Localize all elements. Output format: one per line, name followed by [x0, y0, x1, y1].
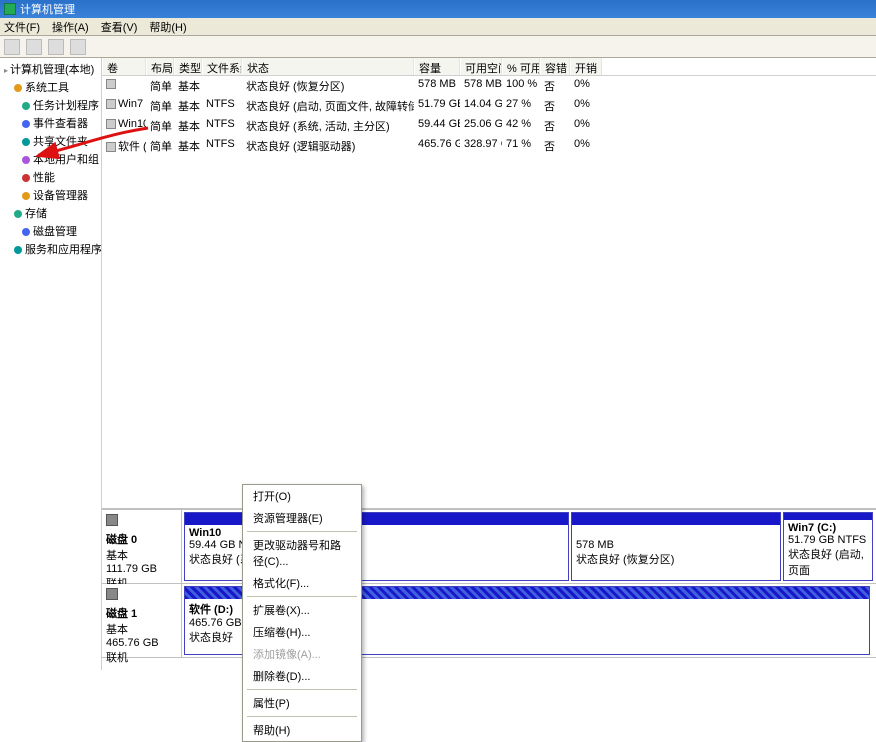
col-percent[interactable]: % 可用 [502, 58, 540, 75]
col-capacity[interactable]: 容量 [414, 58, 460, 75]
toolbar-back-icon[interactable] [4, 39, 20, 55]
col-volume[interactable]: 卷 [102, 58, 146, 75]
toolbar-help-icon[interactable] [70, 39, 86, 55]
disk-label[interactable]: 磁盘 1基本465.76 GB联机 [102, 584, 182, 657]
volume-icon [106, 119, 116, 129]
volume-row[interactable]: 软件 (D:)简单基本NTFS状态良好 (逻辑驱动器)465.76 GB328.… [102, 136, 876, 156]
partition[interactable]: 578 MB状态良好 (恢复分区) [571, 512, 781, 581]
volume-row[interactable]: Win7 (C:)简单基本NTFS状态良好 (启动, 页面文件, 故障转储, 主… [102, 96, 876, 116]
volume-row[interactable]: Win10简单基本NTFS状态良好 (系统, 活动, 主分区)59.44 GB2… [102, 116, 876, 136]
volume-header: 卷 布局 类型 文件系统 状态 容量 可用空间 % 可用 容错 开销 [102, 58, 876, 76]
toolbar-refresh-icon[interactable] [48, 39, 64, 55]
menu-view[interactable]: 查看(V) [101, 19, 138, 35]
col-layout[interactable]: 布局 [146, 58, 174, 75]
ctx-separator [247, 596, 357, 597]
volume-icon [106, 79, 116, 89]
ctx-separator [247, 689, 357, 690]
col-status[interactable]: 状态 [242, 58, 414, 75]
tree-root[interactable]: 计算机管理(本地) [2, 60, 99, 78]
col-filesystem[interactable]: 文件系统 [202, 58, 242, 75]
disk-row: 磁盘 0基本111.79 GB联机Win1059.44 GB NTFS状态良好 … [102, 510, 876, 584]
col-overhead[interactable]: 开销 [570, 58, 602, 75]
tree-device-manager[interactable]: 设备管理器 [2, 186, 99, 204]
disk-row: 磁盘 1基本465.76 GB联机软件 (D:)465.76 GB状态良好 [102, 584, 876, 658]
ctx-delete[interactable]: 删除卷(D)... [243, 665, 361, 687]
ctx-format[interactable]: 格式化(F)... [243, 572, 361, 594]
tree-system-tools[interactable]: 系统工具 [2, 78, 99, 96]
menu-action[interactable]: 操作(A) [52, 19, 89, 35]
disk-graphic-panel: 磁盘 0基本111.79 GB联机Win1059.44 GB NTFS状态良好 … [102, 508, 876, 658]
app-icon [4, 3, 16, 15]
volume-icon [106, 142, 116, 152]
menu-file[interactable]: 文件(F) [4, 19, 40, 35]
toolbar [0, 36, 876, 58]
ctx-mirror: 添加镜像(A)... [243, 643, 361, 665]
disk-icon [106, 514, 118, 526]
col-type[interactable]: 类型 [174, 58, 202, 75]
ctx-explorer[interactable]: 资源管理器(E) [243, 507, 361, 529]
tree-shared-folders[interactable]: 共享文件夹 [2, 132, 99, 150]
disk-label[interactable]: 磁盘 0基本111.79 GB联机 [102, 510, 182, 583]
ctx-separator [247, 531, 357, 532]
ctx-shrink[interactable]: 压缩卷(H)... [243, 621, 361, 643]
col-fault[interactable]: 容错 [540, 58, 570, 75]
volume-icon [106, 99, 116, 109]
menu-help[interactable]: 帮助(H) [149, 19, 186, 35]
volume-row[interactable]: 简单基本状态良好 (恢复分区)578 MB578 MB100 %否0% [102, 76, 876, 96]
col-free[interactable]: 可用空间 [460, 58, 502, 75]
ctx-properties[interactable]: 属性(P) [243, 692, 361, 714]
ctx-separator [247, 716, 357, 717]
volume-list: 卷 布局 类型 文件系统 状态 容量 可用空间 % 可用 容错 开销 简单基本状… [102, 58, 876, 508]
tree-storage[interactable]: 存储 [2, 204, 99, 222]
title-bar: 计算机管理 [0, 0, 876, 18]
toolbar-forward-icon[interactable] [26, 39, 42, 55]
tree-event-viewer[interactable]: 事件查看器 [2, 114, 99, 132]
context-menu: 打开(O) 资源管理器(E) 更改驱动器号和路径(C)... 格式化(F)...… [242, 484, 362, 742]
ctx-open[interactable]: 打开(O) [243, 485, 361, 507]
disk-icon [106, 588, 118, 600]
ctx-extend[interactable]: 扩展卷(X)... [243, 599, 361, 621]
ctx-help[interactable]: 帮助(H) [243, 719, 361, 741]
tree-task-scheduler[interactable]: 任务计划程序 [2, 96, 99, 114]
menu-bar: 文件(F) 操作(A) 查看(V) 帮助(H) [0, 18, 876, 36]
window-title: 计算机管理 [20, 1, 75, 17]
partition[interactable]: Win7 (C:)51.79 GB NTFS状态良好 (启动, 页面 [783, 512, 873, 581]
tree-services-apps[interactable]: 服务和应用程序 [2, 240, 99, 258]
tree-local-users[interactable]: 本地用户和组 [2, 150, 99, 168]
ctx-change-letter[interactable]: 更改驱动器号和路径(C)... [243, 534, 361, 572]
nav-tree: 计算机管理(本地) 系统工具 任务计划程序 事件查看器 共享文件夹 本地用户和组… [0, 58, 102, 670]
tree-performance[interactable]: 性能 [2, 168, 99, 186]
tree-disk-management[interactable]: 磁盘管理 [2, 222, 99, 240]
